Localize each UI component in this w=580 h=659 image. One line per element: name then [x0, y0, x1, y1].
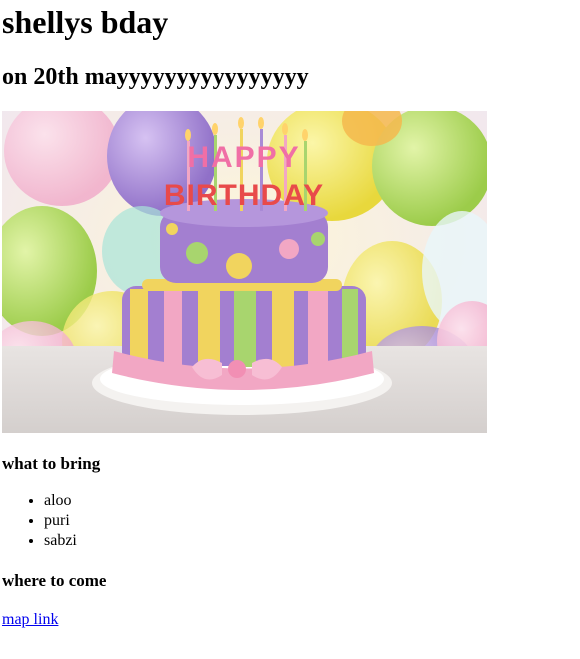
map-link-paragraph: map link — [2, 610, 578, 630]
svg-text:HAPPY: HAPPY — [187, 141, 300, 174]
where-heading: where to come — [2, 571, 107, 590]
bring-heading: what to bring — [2, 454, 101, 473]
page-subtitle: on 20th mayyyyyyyyyyyyyyyy — [2, 64, 309, 90]
list-item: puri — [44, 511, 578, 531]
list-item: sabzi — [44, 531, 578, 551]
bring-list: aloo puri sabzi — [2, 491, 578, 551]
map-link[interactable]: map link — [2, 611, 58, 628]
page-title: shellys bday — [2, 4, 169, 40]
list-item: aloo — [44, 491, 578, 511]
birthday-cake-image: HAPPY BIRTHDAY — [2, 111, 487, 433]
page-content: shellys bday on 20th mayyyyyyyyyyyyyyyy — [2, 0, 578, 630]
svg-text:BIRTHDAY: BIRTHDAY — [164, 179, 324, 212]
